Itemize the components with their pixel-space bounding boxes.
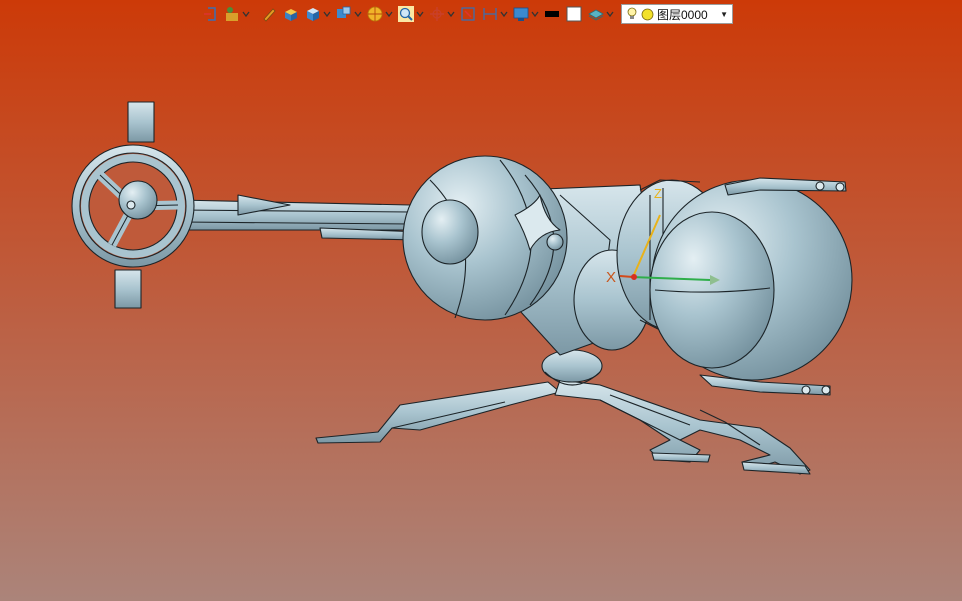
color-white-icon [566,6,582,22]
layer-color-icon [641,8,654,20]
graphics-viewport[interactable]: X Z [0,0,962,601]
display-button[interactable] [511,3,540,25]
dimension-icon [483,8,497,20]
layer-dropdown[interactable]: 图层0000 ▼ [621,4,733,24]
triad-origin [631,274,637,280]
view-box-button[interactable] [281,3,301,25]
exit-sketch-button[interactable] [200,3,220,25]
chevron-down-icon [354,11,362,18]
section-button[interactable] [458,3,478,25]
bulb-icon [627,7,637,19]
pen-icon [263,8,276,22]
layer-state-icon [588,9,604,21]
snap-icon [430,7,444,21]
color-white-button[interactable] [564,3,584,25]
color-black-button[interactable] [542,3,562,25]
zoom-icon [398,6,414,22]
view-box-icon [285,9,297,21]
sphere-left[interactable] [402,155,568,321]
x-axis-label: X [606,269,616,286]
chevron-down-icon [416,11,424,18]
chevron-down-icon [531,11,539,18]
z-axis-label: Z [654,186,662,201]
chevron-down-icon [385,11,393,18]
appearance-icon [367,6,383,22]
pen-button[interactable] [259,3,279,25]
dimension-button[interactable] [480,3,509,25]
selection-filter-button[interactable] [222,3,251,25]
render-style-button[interactable] [303,3,332,25]
display-icon [513,7,529,21]
appearance-button[interactable] [365,3,394,25]
chevron-down-icon [500,11,508,18]
section-icon [461,7,475,21]
view-orient-icon [337,6,351,18]
layer-state-button[interactable] [586,3,615,25]
color-black-icon [545,11,559,17]
snap-button[interactable] [427,3,456,25]
view-orient-button[interactable] [334,3,363,25]
sphere-right[interactable] [649,179,853,381]
heads-up-toolbar: 图层0000 ▼ [200,2,733,26]
render-style-icon [307,8,319,21]
selection-filter-icon [226,7,238,21]
exit-sketch-icon [204,7,216,21]
dropdown-arrow-icon: ▼ [720,9,728,19]
layer-name: 图层0000 [657,7,708,22]
chevron-down-icon [606,11,614,18]
chevron-down-icon [447,11,455,18]
chevron-down-icon [242,11,250,18]
zoom-button[interactable] [396,3,425,25]
chevron-down-icon [323,11,331,18]
